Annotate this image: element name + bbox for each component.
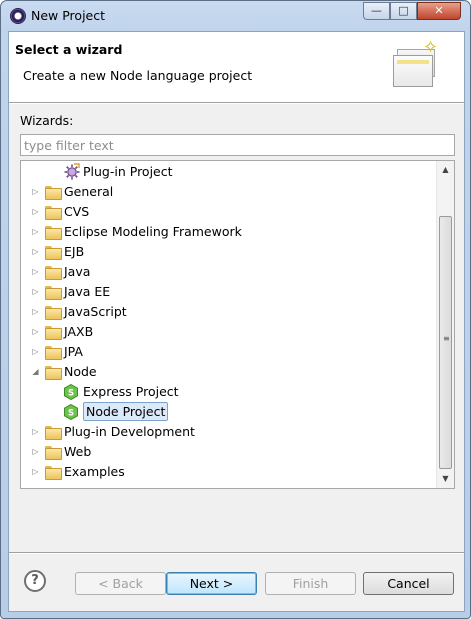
tree-item[interactable]: ▷ JavaScript [21,302,436,322]
collapsed-arrow-icon[interactable]: ▷ [31,287,40,296]
tree-item-label: Node Project [83,402,169,421]
finish-button[interactable]: Finish [265,572,356,595]
wizards-label: Wizards: [20,113,74,128]
collapsed-arrow-icon[interactable]: ▷ [31,427,40,436]
collapsed-arrow-icon[interactable]: ▷ [31,307,40,316]
tree-item[interactable]: ◢ Node [21,362,436,382]
svg-text:S: S [68,389,74,399]
folder-icon [45,326,62,340]
close-button[interactable]: ✕ [417,2,461,20]
collapsed-arrow-icon[interactable]: ▷ [31,187,40,196]
folder-icon [45,206,62,220]
title-bar: New Project — □ ✕ [1,1,470,31]
collapsed-arrow-icon[interactable]: ▷ [31,347,40,356]
collapsed-arrow-icon[interactable]: ▷ [31,247,40,256]
help-icon[interactable]: ? [24,570,46,592]
folder-icon [45,226,62,240]
scroll-down-arrow[interactable]: ▼ [437,470,454,487]
folder-icon [45,246,62,260]
wizard-banner: Select a wizard Create a new Node langua… [9,32,464,103]
folder-icon [45,186,62,200]
scroll-up-arrow[interactable]: ▲ [437,161,454,178]
tree-item-label: Express Project [83,384,179,399]
tree-item-label: EJB [64,244,85,259]
cancel-button[interactable]: Cancel [363,572,454,595]
collapsed-arrow-icon[interactable]: ▷ [31,327,40,336]
banner-title: Select a wizard [15,42,123,57]
collapsed-arrow-icon[interactable]: ▷ [31,467,40,476]
back-button[interactable]: < Back [75,572,166,595]
collapsed-arrow-icon[interactable]: ▷ [31,207,40,216]
collapsed-arrow-icon[interactable]: ▷ [31,447,40,456]
new-project-dialog: New Project — □ ✕ Select a wizard Create… [0,0,471,619]
vertical-scrollbar[interactable]: ▲ ≡ ▼ [436,161,454,488]
tree-item-label: JavaScript [64,304,127,319]
tree-item[interactable]: ▷ Java EE [21,282,436,302]
scroll-grip-icon: ≡ [443,334,450,343]
tree-item[interactable]: ▷ Eclipse Modeling Framework [21,222,436,242]
window-title: New Project [31,8,106,23]
tree-item-label: Eclipse Modeling Framework [64,224,242,239]
folder-icon [45,286,62,300]
tree-item-label: Examples [64,464,125,479]
scroll-thumb[interactable]: ≡ [439,216,452,469]
tree-item-label: JAXB [64,324,94,339]
nodejs-icon: S [64,404,78,420]
tree-item[interactable]: ▷ JPA [21,342,436,362]
nodejs-icon: S [64,384,78,400]
tree-item[interactable]: ▷ Web [21,442,436,462]
banner-description: Create a new Node language project [23,68,253,83]
dialog-body: Select a wizard Create a new Node langua… [8,31,465,612]
tree-item[interactable]: ▷ Examples [21,462,436,482]
eclipse-icon [10,8,26,24]
folder-icon [45,366,62,380]
folder-icon [45,446,62,460]
tree-item-label: Java [64,264,91,279]
folder-icon [45,306,62,320]
minimize-button[interactable]: — [363,2,390,20]
folder-icon [45,466,62,480]
plugin-project-icon [64,163,80,180]
expanded-arrow-icon[interactable]: ◢ [31,367,40,376]
new-wizard-icon: ✧ [393,37,441,89]
folder-icon [45,266,62,280]
tree-item[interactable]: ▷ CVS [21,202,436,222]
tree-item-label: CVS [64,204,90,219]
tree-item[interactable]: S Express Project [21,382,436,402]
tree-item[interactable]: ▷ Plug-in Development [21,422,436,442]
tree-item[interactable]: ▷ JAXB [21,322,436,342]
tree-item[interactable]: ▷ Java [21,262,436,282]
tree-item-label: General [64,184,114,199]
tree-item-label: JPA [64,344,83,359]
tree-item-label: Plug-in Development [64,424,195,439]
folder-icon [45,426,62,440]
collapsed-arrow-icon[interactable]: ▷ [31,227,40,236]
next-button[interactable]: Next > [166,572,257,595]
banner-separator [9,103,464,104]
tree-item-label: Plug-in Project [83,164,173,179]
tree-item[interactable]: S Node Project [21,402,436,422]
filter-input[interactable] [20,134,455,156]
tree-item-label: Web [64,444,92,459]
wizard-tree[interactable]: Plug-in Project ▷ General ▷ CVS ▷ Eclipse Mode… [20,160,455,489]
svg-text:S: S [68,409,74,419]
tree-item[interactable]: ▷ General [21,182,436,202]
tree-item[interactable]: Plug-in Project [21,162,436,182]
tree-item-label: Java EE [64,284,111,299]
folder-icon [45,346,62,360]
tree-item-label: Node [64,364,97,379]
maximize-button[interactable]: □ [390,2,417,20]
tree-item[interactable]: ▷ EJB [21,242,436,262]
collapsed-arrow-icon[interactable]: ▷ [31,267,40,276]
button-bar-separator [9,552,464,554]
